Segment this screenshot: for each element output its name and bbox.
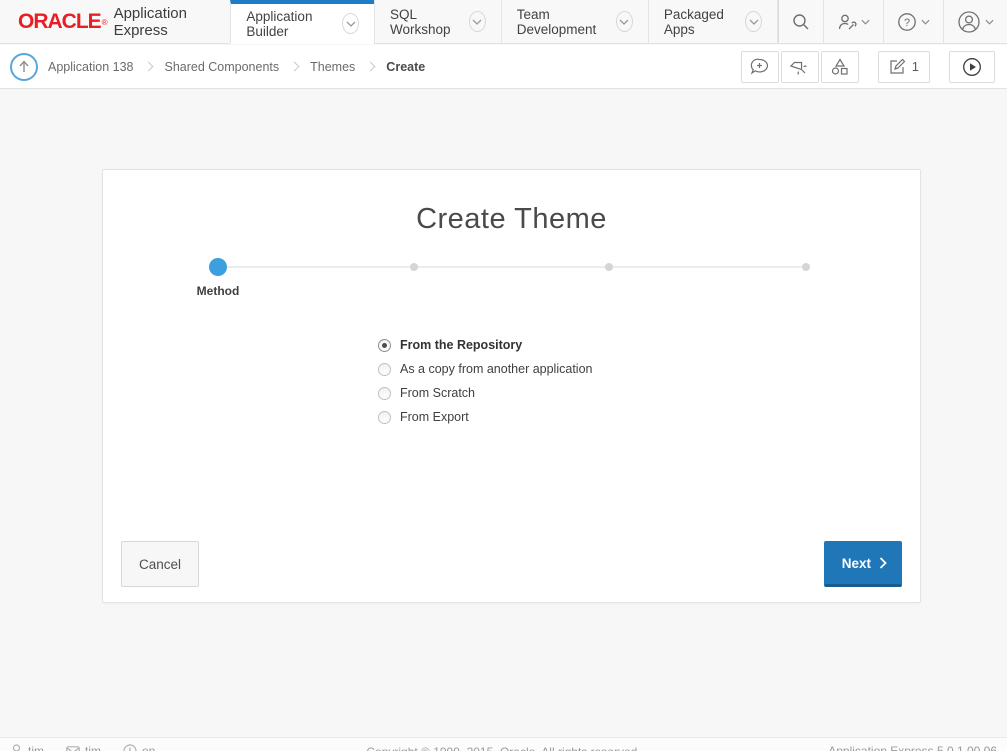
chevron-down-icon [861, 19, 870, 25]
account-icon [957, 10, 981, 34]
footer-version: Application Express 5.0.1.00.06 [828, 744, 997, 751]
tab-dropdown-button[interactable] [616, 11, 633, 32]
footer-language: en [123, 744, 155, 751]
breadcrumb-separator-icon [144, 62, 154, 72]
step-dot-method [209, 258, 227, 276]
chevron-down-icon [472, 19, 482, 25]
radio-option-label: From the Repository [400, 338, 522, 352]
breadcrumb-separator-icon [366, 62, 376, 72]
step-dot-2 [410, 263, 418, 271]
radio-button-icon[interactable] [378, 363, 391, 376]
chevron-right-icon [879, 557, 887, 569]
wizard-button-row: Cancel Next [121, 541, 902, 587]
spotlight-icon [790, 58, 809, 76]
search-button[interactable] [778, 0, 823, 43]
main-nav-tabs: Application Builder SQL Workshop Team De… [230, 0, 778, 43]
radio-button-icon[interactable] [378, 387, 391, 400]
next-button-label: Next [842, 556, 871, 571]
clock-icon [123, 744, 137, 751]
radio-option-label: As a copy from another application [400, 362, 592, 376]
footer-language-code: en [142, 744, 155, 751]
breadcrumb-separator-icon [290, 62, 300, 72]
chevron-down-icon [619, 19, 629, 25]
admin-icon [837, 13, 857, 31]
footer-user-name: tim [28, 744, 44, 751]
step-dot-3 [605, 263, 613, 271]
help-icon: ? [897, 12, 917, 32]
tab-label: Packaged Apps [664, 7, 737, 37]
footer-workspace-name: tim [85, 744, 101, 751]
administration-menu-button[interactable] [823, 0, 883, 43]
shared-components-icon [831, 58, 849, 76]
header-icon-group: ? [778, 0, 1007, 43]
breadcrumb-shared-components[interactable]: Shared Components [164, 60, 279, 74]
help-menu-button[interactable]: ? [883, 0, 943, 43]
edit-page-icon [889, 58, 906, 75]
oracle-logo: ORACLE [18, 10, 101, 34]
feedback-icon [750, 58, 769, 75]
radio-button-icon[interactable] [378, 411, 391, 424]
tab-application-builder[interactable]: Application Builder [230, 0, 374, 44]
radio-option-label: From Export [400, 410, 469, 424]
app-logo[interactable]: ORACLE ® Application Express [0, 0, 230, 43]
footer-user: tim [10, 744, 44, 751]
breadcrumb-create: Create [386, 60, 425, 74]
radio-button-icon[interactable] [378, 339, 391, 352]
shared-components-button[interactable] [821, 51, 859, 83]
page-title: Create Theme [103, 203, 920, 236]
create-theme-wizard-card: Create Theme Method From the Repository … [102, 169, 921, 603]
stepper-track [218, 266, 806, 268]
arrow-up-icon [18, 60, 30, 73]
footer-workspace: tim [66, 744, 101, 751]
radio-option-label: From Scratch [400, 386, 475, 400]
chevron-down-icon [921, 19, 930, 25]
tab-dropdown-button[interactable] [745, 11, 762, 32]
create-method-radio-group: From the Repository As a copy from anoth… [378, 333, 592, 429]
page-footer: tim tim en Copyright © 1999, 2015, Oracl… [0, 737, 1007, 751]
breadcrumb-themes[interactable]: Themes [310, 60, 355, 74]
tab-team-development[interactable]: Team Development [501, 0, 648, 43]
chevron-down-icon [749, 19, 759, 25]
edit-page-number: 1 [912, 59, 919, 74]
chevron-down-icon [985, 19, 994, 25]
breadcrumb: Application 138 Shared Components Themes… [48, 60, 425, 74]
cancel-button[interactable]: Cancel [121, 541, 199, 587]
product-name: Application Express [114, 5, 209, 39]
tab-sql-workshop[interactable]: SQL Workshop [374, 0, 501, 43]
page-toolbar: 1 [741, 51, 997, 83]
registered-mark: ® [102, 18, 108, 27]
step-dot-4 [802, 263, 810, 271]
tab-dropdown-button[interactable] [469, 11, 486, 32]
tab-label: Team Development [517, 7, 608, 37]
chevron-down-icon [346, 21, 356, 27]
tab-label: SQL Workshop [390, 7, 461, 37]
run-application-button[interactable] [949, 51, 995, 83]
edit-page-button[interactable]: 1 [878, 51, 930, 83]
search-icon [792, 13, 810, 31]
feedback-button[interactable] [741, 51, 779, 83]
user-icon [10, 744, 23, 751]
step-label-method: Method [158, 284, 278, 298]
radio-option-copy-from-application[interactable]: As a copy from another application [378, 357, 592, 381]
tab-dropdown-button[interactable] [342, 13, 359, 34]
up-level-button[interactable] [10, 53, 38, 81]
account-menu-button[interactable] [943, 0, 1007, 43]
next-button[interactable]: Next [824, 541, 902, 587]
radio-option-from-repository[interactable]: From the Repository [378, 333, 592, 357]
envelope-icon [66, 746, 80, 751]
svg-text:?: ? [904, 17, 910, 29]
tab-packaged-apps[interactable]: Packaged Apps [648, 0, 778, 43]
tab-label: Application Builder [246, 9, 334, 39]
breadcrumb-application[interactable]: Application 138 [48, 60, 133, 74]
radio-option-from-scratch[interactable]: From Scratch [378, 381, 592, 405]
top-header-bar: ORACLE ® Application Express Application… [0, 0, 1007, 44]
run-application-icon [962, 57, 982, 77]
spotlight-button[interactable] [781, 51, 819, 83]
footer-session-info: tim tim en [10, 744, 155, 751]
breadcrumb-bar: Application 138 Shared Components Themes… [0, 45, 1007, 89]
radio-option-from-export[interactable]: From Export [378, 405, 592, 429]
